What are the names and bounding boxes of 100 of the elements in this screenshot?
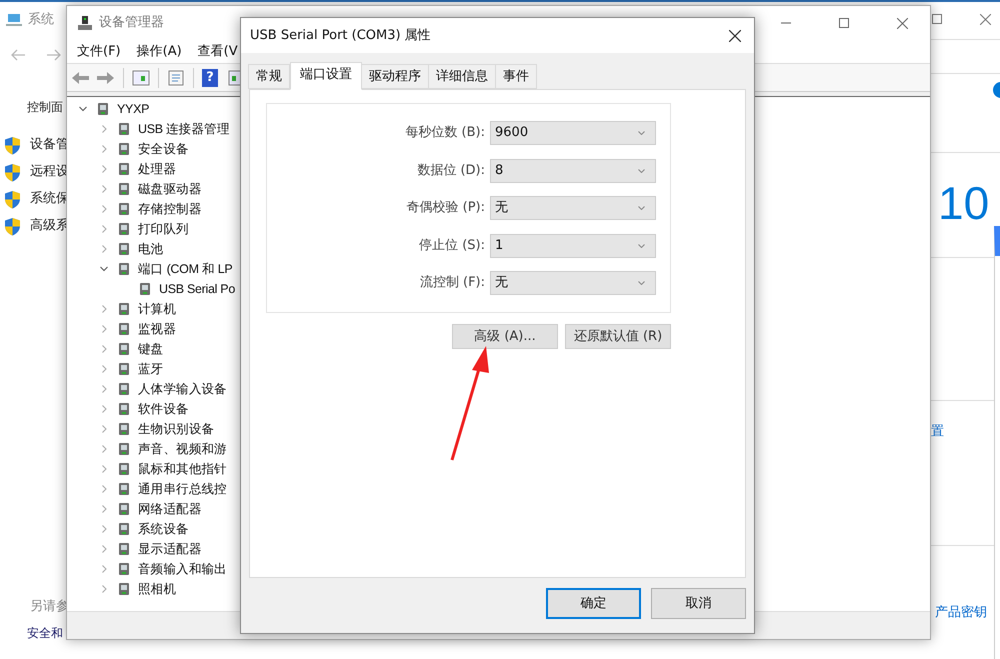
device-icon bbox=[116, 361, 132, 377]
expand-chevron-icon[interactable] bbox=[100, 145, 108, 153]
expand-chevron-icon[interactable] bbox=[100, 425, 108, 433]
tree-item[interactable]: 电池 bbox=[138, 240, 164, 258]
device-icon bbox=[116, 381, 132, 397]
maximize-icon[interactable] bbox=[932, 14, 942, 24]
expand-chevron-icon[interactable] bbox=[100, 525, 108, 533]
menu-item[interactable]: 操作(A) bbox=[128, 42, 190, 62]
shield-icon bbox=[4, 216, 21, 236]
expand-chevron-icon[interactable] bbox=[100, 165, 108, 173]
device-icon bbox=[116, 221, 132, 237]
tree-item[interactable]: 照相机 bbox=[138, 580, 176, 598]
tree-item[interactable]: 生物识别设备 bbox=[138, 420, 214, 438]
field-label: 流控制 (F): bbox=[420, 274, 485, 292]
dropdown[interactable]: 9600 bbox=[490, 121, 656, 145]
tree-item[interactable]: 存储控制器 bbox=[138, 200, 202, 218]
tree-item[interactable]: 磁盘驱动器 bbox=[138, 180, 202, 198]
tree-item[interactable]: USB Serial Po bbox=[159, 280, 235, 298]
forward-arrow-icon[interactable] bbox=[95, 70, 115, 86]
device-icon bbox=[116, 241, 132, 257]
dropdown[interactable]: 无 bbox=[490, 196, 656, 220]
expand-chevron-icon[interactable] bbox=[100, 325, 108, 333]
tree-item[interactable]: 蓝牙 bbox=[138, 360, 164, 378]
shield-icon bbox=[4, 190, 21, 208]
field-label: 每秒位数 (B): bbox=[405, 124, 485, 142]
forward-icon[interactable] bbox=[46, 48, 62, 62]
tree-item[interactable]: 处理器 bbox=[138, 160, 176, 178]
dropdown[interactable]: 无 bbox=[490, 271, 656, 295]
tree-item[interactable]: 通用串行总线控 bbox=[138, 480, 227, 498]
tree-item[interactable]: 显示适配器 bbox=[138, 540, 202, 558]
expand-chevron-icon[interactable] bbox=[100, 565, 108, 573]
collapse-chevron-icon[interactable] bbox=[79, 105, 87, 113]
device-icon bbox=[116, 501, 132, 517]
tab[interactable]: 端口设置 bbox=[290, 62, 362, 90]
button[interactable]: 确定 bbox=[546, 588, 641, 619]
window-icon[interactable] bbox=[132, 70, 150, 86]
tree-item[interactable]: 端口 (COM 和 LP bbox=[138, 260, 232, 278]
device-icon bbox=[116, 261, 132, 277]
tab[interactable]: 事件 bbox=[495, 64, 537, 89]
document-icon[interactable] bbox=[167, 70, 185, 86]
collapse-chevron-icon[interactable] bbox=[100, 265, 108, 273]
link[interactable]: 置 bbox=[931, 422, 944, 442]
close-icon[interactable] bbox=[729, 30, 741, 42]
expand-chevron-icon[interactable] bbox=[100, 225, 108, 233]
tree-item[interactable]: 人体学输入设备 bbox=[138, 380, 227, 398]
tab[interactable]: 常规 bbox=[248, 64, 290, 89]
expand-chevron-icon[interactable] bbox=[100, 245, 108, 253]
expand-chevron-icon[interactable] bbox=[100, 485, 108, 493]
dropdown[interactable]: 8 bbox=[490, 158, 656, 182]
tab[interactable]: 详细信息 bbox=[428, 64, 496, 89]
tab[interactable]: 驱动程序 bbox=[361, 64, 429, 89]
tree-item[interactable]: 系统设备 bbox=[138, 520, 189, 538]
expand-chevron-icon[interactable] bbox=[100, 545, 108, 553]
maximize-icon[interactable] bbox=[839, 18, 849, 28]
tree-item[interactable]: USB 连接器管理 bbox=[138, 120, 230, 138]
tree-item[interactable]: 安全设备 bbox=[138, 140, 189, 158]
link[interactable]: 产品密钥 bbox=[935, 603, 987, 622]
chevron-down-icon bbox=[638, 206, 645, 210]
device-icon bbox=[116, 341, 132, 357]
expand-chevron-icon[interactable] bbox=[100, 505, 108, 513]
button[interactable]: 高级 (A)... bbox=[452, 324, 558, 349]
tree-item[interactable]: YYXP bbox=[117, 100, 150, 118]
device-icon bbox=[116, 141, 132, 157]
menu-item[interactable]: 文件(F) bbox=[69, 42, 129, 62]
expand-chevron-icon[interactable] bbox=[100, 305, 108, 313]
tree-item[interactable]: 网络适配器 bbox=[138, 500, 202, 518]
breadcrumb-link[interactable]: 控制面 bbox=[27, 98, 63, 116]
computer-icon bbox=[6, 12, 22, 27]
tree-item[interactable]: 声音、视频和游 bbox=[138, 440, 227, 458]
back-arrow-icon[interactable] bbox=[71, 70, 91, 86]
tree-item[interactable]: 打印队列 bbox=[138, 220, 189, 238]
tree-item[interactable]: 鼠标和其他指针 bbox=[138, 460, 227, 478]
expand-chevron-icon[interactable] bbox=[100, 125, 108, 133]
button[interactable]: 取消 bbox=[651, 588, 746, 619]
tree-item[interactable]: 监视器 bbox=[138, 320, 176, 338]
tree-item[interactable]: 软件设备 bbox=[138, 400, 189, 418]
expand-chevron-icon[interactable] bbox=[100, 585, 108, 593]
field-label: 奇偶校验 (P): bbox=[406, 199, 485, 218]
tree-item[interactable]: 音频输入和输出 bbox=[138, 560, 227, 578]
expand-chevron-icon[interactable] bbox=[100, 445, 108, 453]
close-icon[interactable] bbox=[897, 18, 908, 28]
expand-chevron-icon[interactable] bbox=[100, 465, 108, 473]
window-title: 设备管理器 bbox=[99, 14, 164, 32]
tree-item[interactable]: 键盘 bbox=[138, 340, 164, 358]
chevron-down-icon bbox=[638, 131, 645, 135]
help-button[interactable]: ? bbox=[202, 68, 218, 86]
tree-item[interactable]: 计算机 bbox=[138, 300, 176, 318]
button[interactable]: 还原默认值 (R) bbox=[565, 324, 671, 349]
expand-chevron-icon[interactable] bbox=[100, 365, 108, 373]
device-icon bbox=[116, 321, 132, 337]
back-icon[interactable] bbox=[10, 48, 26, 62]
expand-chevron-icon[interactable] bbox=[100, 205, 108, 213]
expand-chevron-icon[interactable] bbox=[100, 385, 108, 393]
expand-chevron-icon[interactable] bbox=[100, 345, 108, 353]
expand-chevron-icon[interactable] bbox=[100, 405, 108, 413]
device-icon bbox=[116, 181, 132, 197]
expand-chevron-icon[interactable] bbox=[100, 185, 108, 193]
dropdown[interactable]: 1 bbox=[490, 234, 656, 258]
link[interactable]: 安全和 bbox=[27, 624, 63, 642]
device-icon bbox=[116, 441, 132, 457]
